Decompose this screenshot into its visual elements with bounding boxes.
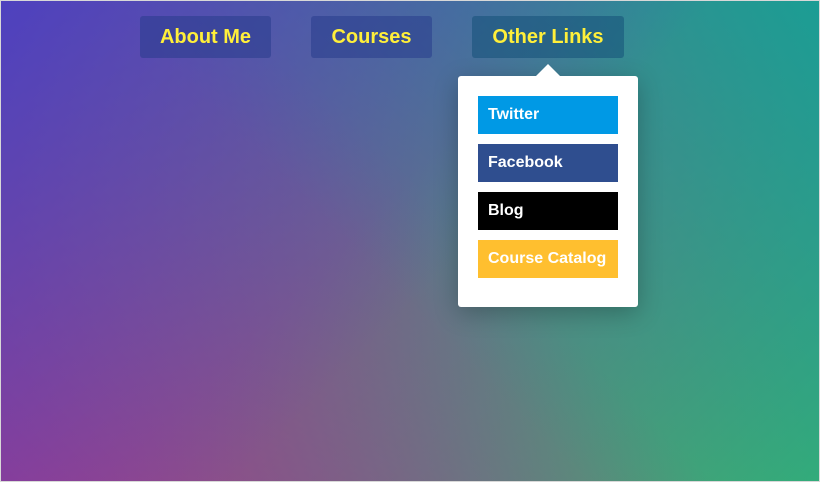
nav-other-links-button[interactable]: Other Links: [472, 16, 624, 58]
twitter-link[interactable]: Twitter: [478, 96, 618, 134]
nav-courses-button[interactable]: Courses: [311, 16, 432, 58]
course-catalog-link[interactable]: Course Catalog: [478, 240, 618, 278]
blog-link[interactable]: Blog: [478, 192, 618, 230]
page-background: About Me Courses Other Links Twitter Fac…: [0, 0, 820, 482]
dropdown-caret: [536, 64, 560, 76]
facebook-link[interactable]: Facebook: [478, 144, 618, 182]
other-links-dropdown: Twitter Facebook Blog Course Catalog: [458, 64, 638, 307]
nav-about-me-button[interactable]: About Me: [140, 16, 271, 58]
